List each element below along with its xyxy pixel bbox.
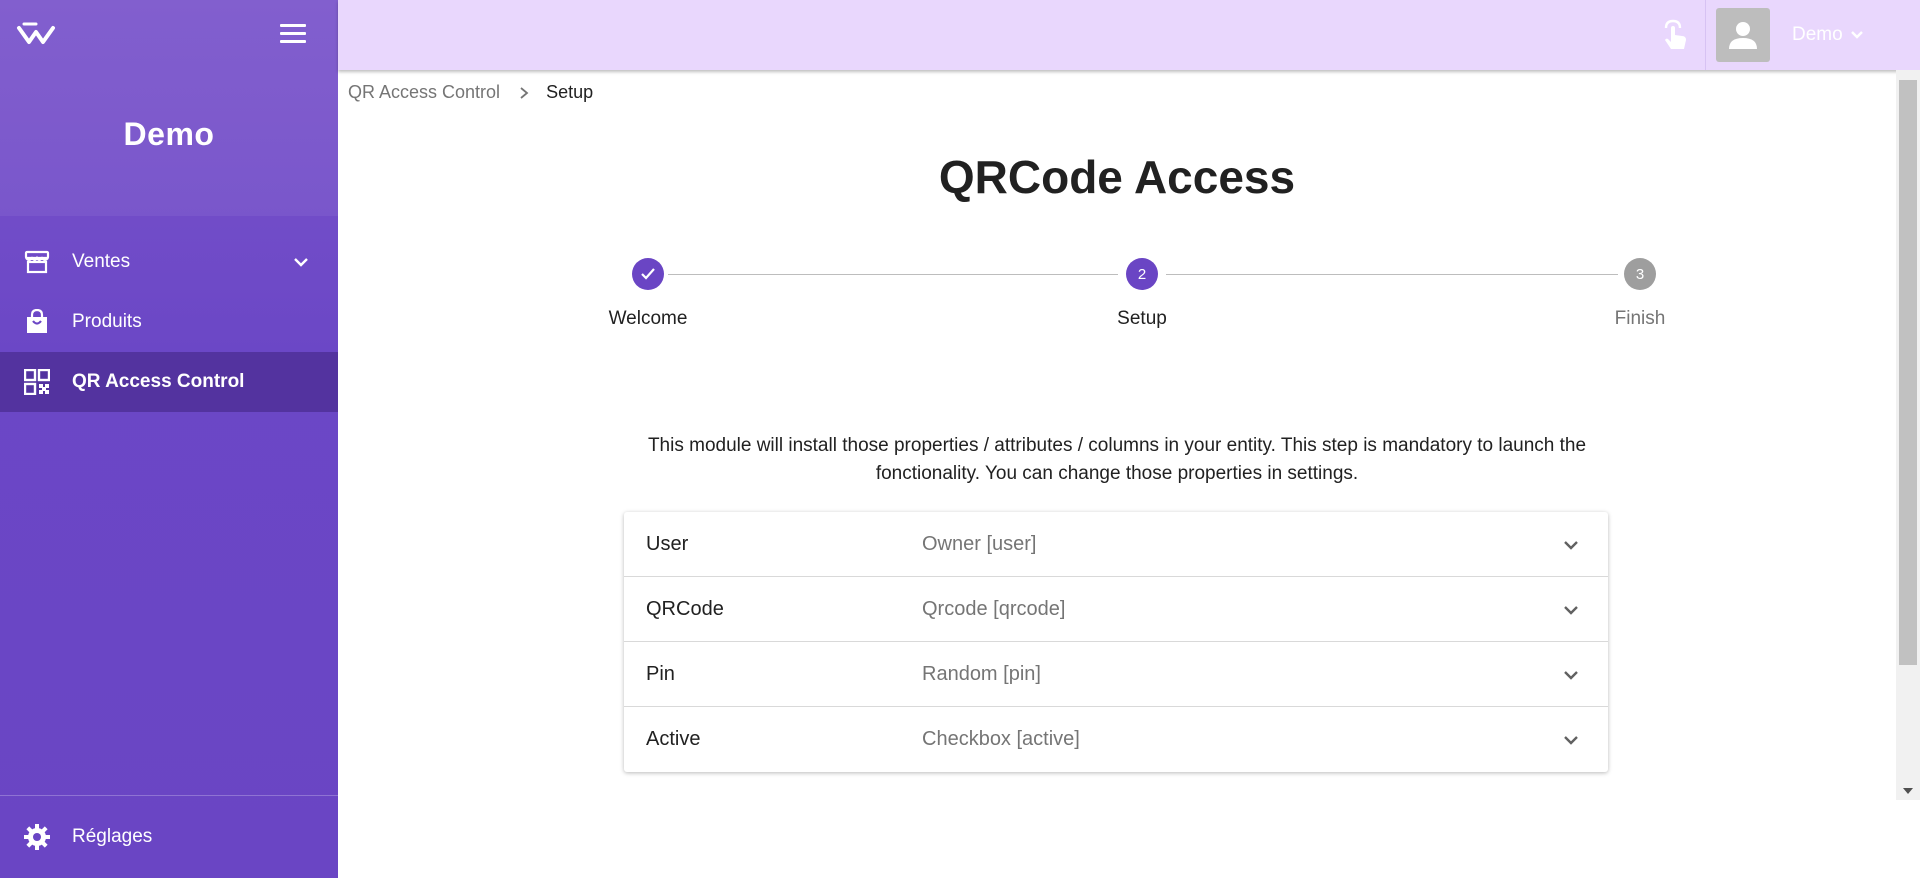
qr-code-icon xyxy=(22,367,52,397)
step-label: Welcome xyxy=(608,308,688,329)
step-number: 3 xyxy=(1624,258,1656,290)
menu-toggle-icon[interactable] xyxy=(280,24,306,46)
chevron-down-icon xyxy=(1564,541,1578,550)
gear-icon xyxy=(22,822,52,852)
chevron-down-icon xyxy=(1564,736,1578,745)
sidebar-item-label: QR Access Control xyxy=(72,371,245,392)
step-number: 2 xyxy=(1126,258,1158,290)
property-value: Owner [user] xyxy=(922,532,1037,555)
vertical-scrollbar[interactable] xyxy=(1896,70,1920,800)
topbar-divider xyxy=(1705,0,1706,70)
step-connector xyxy=(668,274,1118,275)
property-key: QRCode xyxy=(646,597,724,620)
property-key: User xyxy=(646,532,689,555)
user-icon xyxy=(1729,22,1757,49)
avatar[interactable] xyxy=(1716,8,1770,62)
page-title: QRCode Access xyxy=(938,151,1296,203)
chevron-down-icon xyxy=(1564,606,1578,615)
sidebar-item-qr-access-control[interactable]: QR Access Control xyxy=(0,352,338,412)
step-done-marker xyxy=(632,258,664,290)
step-welcome[interactable]: Welcome xyxy=(578,258,718,330)
sidebar-footer-label: Réglages xyxy=(72,826,153,847)
sidebar-item-ventes[interactable]: Ventes xyxy=(0,232,338,292)
sidebar-nav: Ventes Produits QR Access Control xyxy=(0,232,338,412)
property-row-qrcode[interactable]: QRCode Qrcode [qrcode] xyxy=(624,577,1608,642)
chevron-right-icon xyxy=(520,86,529,99)
touch-icon[interactable] xyxy=(1658,18,1692,52)
step-finish[interactable]: 3 Finish xyxy=(1570,258,1710,330)
sidebar-item-produits[interactable]: Produits xyxy=(0,292,338,352)
step-setup[interactable]: 2 Setup xyxy=(1072,258,1212,330)
property-row-active[interactable]: Active Checkbox [active] xyxy=(624,707,1608,772)
sidebar-header: Demo xyxy=(0,0,338,216)
top-bar: Demo xyxy=(338,0,1920,70)
scrollbar-thumb[interactable] xyxy=(1899,80,1917,665)
user-name-label: Demo xyxy=(1792,24,1843,45)
app-logo-icon[interactable] xyxy=(16,20,56,50)
sidebar-item-reglages[interactable]: Réglages xyxy=(0,795,338,878)
setup-description: This module will install those propertie… xyxy=(647,435,1587,484)
property-value: Qrcode [qrcode] xyxy=(922,597,1066,620)
breadcrumb: QR Access Control Setup xyxy=(348,82,593,103)
stepper: Welcome 2 Setup 3 Finish xyxy=(578,258,1698,358)
step-label: Setup xyxy=(1117,308,1167,329)
breadcrumb-parent-link[interactable]: QR Access Control xyxy=(348,82,500,103)
property-value: Checkbox [active] xyxy=(922,728,1080,750)
shopping-bag-icon xyxy=(22,307,52,337)
chevron-down-icon xyxy=(1850,31,1863,39)
property-value: Random [pin] xyxy=(922,662,1041,685)
chevron-down-icon xyxy=(294,258,308,267)
property-key: Pin xyxy=(646,662,675,685)
brand-name: Demo xyxy=(123,116,215,152)
check-icon xyxy=(641,268,655,280)
step-label: Finish xyxy=(1614,308,1666,329)
store-icon xyxy=(22,247,52,277)
property-key: Active xyxy=(646,728,701,750)
sidebar-item-label: Produits xyxy=(72,311,142,332)
sidebar: Demo Ventes Produits QR Access Control R… xyxy=(0,0,338,878)
properties-panel: User Owner [user] QRCode Qrcode [qrcode]… xyxy=(624,512,1608,772)
chevron-down-icon xyxy=(1564,671,1578,680)
sidebar-item-label: Ventes xyxy=(72,251,131,272)
property-row-user[interactable]: User Owner [user] xyxy=(624,512,1608,577)
breadcrumb-current: Setup xyxy=(546,82,594,102)
property-row-pin[interactable]: Pin Random [pin] xyxy=(624,642,1608,707)
user-menu-button[interactable]: Demo xyxy=(1792,24,1865,46)
step-connector xyxy=(1166,274,1618,275)
main-content: QR Access Control Setup QRCode Access We… xyxy=(338,70,1896,878)
scroll-down-arrow-icon[interactable] xyxy=(1903,788,1913,794)
